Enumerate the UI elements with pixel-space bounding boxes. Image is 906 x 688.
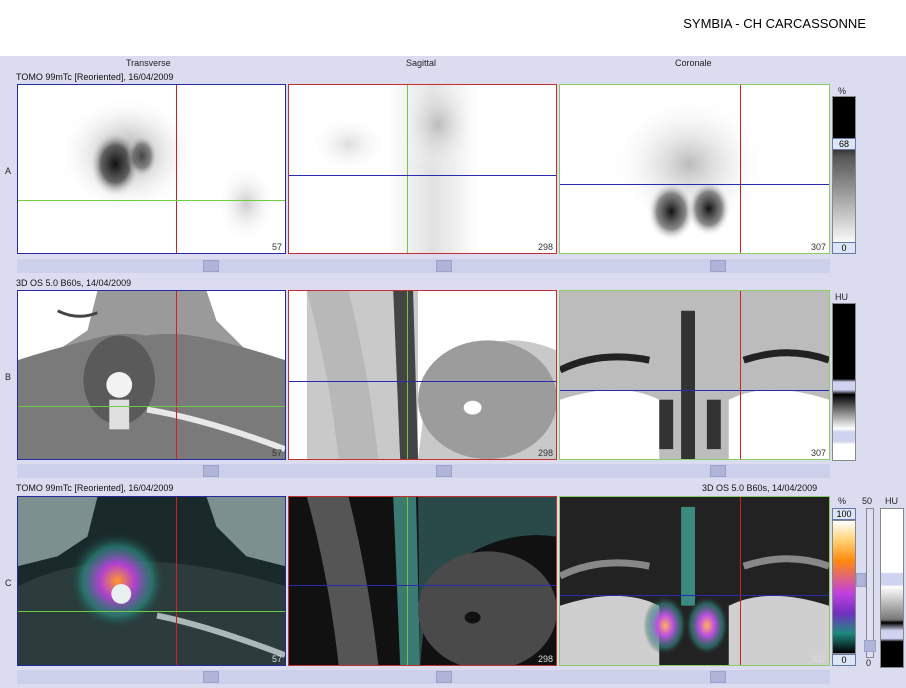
app-header: SYMBIA - CH CARCASSONNE xyxy=(0,0,906,56)
spect-coronal-image xyxy=(609,94,769,242)
spect-transverse-image xyxy=(57,94,277,244)
row-label-c: C xyxy=(5,578,12,588)
scrollbar-c[interactable] xyxy=(17,670,830,684)
crosshair-vertical[interactable] xyxy=(407,497,408,665)
ct-window-handle[interactable] xyxy=(864,640,876,652)
slice-number: 57 xyxy=(271,448,282,458)
crosshair-horizontal[interactable] xyxy=(18,406,285,407)
crosshair-vertical[interactable] xyxy=(176,291,177,459)
crosshair-vertical[interactable] xyxy=(176,497,177,665)
slice-number: 57 xyxy=(271,654,282,664)
series-label-a: TOMO 99mTc [Reoriented], 16/04/2009 xyxy=(16,72,174,82)
slice-slider-c-transverse[interactable] xyxy=(203,671,219,683)
row-label-a: A xyxy=(5,166,12,176)
row-label-b: B xyxy=(5,372,12,382)
crosshair-horizontal[interactable] xyxy=(18,611,285,612)
colorbar-b-unit: HU xyxy=(835,292,848,302)
slice-number: 307 xyxy=(810,448,826,458)
viewport-c-coronal[interactable]: 307 xyxy=(559,496,830,666)
slice-number: 298 xyxy=(537,242,553,252)
slice-slider-a-coronal[interactable] xyxy=(710,260,726,272)
viewport-a-sagittal[interactable]: 298 xyxy=(288,84,557,254)
scrollbar-a[interactable] xyxy=(17,259,830,273)
viewport-c-transverse[interactable]: 57 xyxy=(17,496,286,666)
viewport-b-sagittal[interactable]: 298 xyxy=(288,290,557,460)
colorbar-c-min[interactable]: 0 xyxy=(832,654,856,666)
slice-slider-a-transverse[interactable] xyxy=(203,260,219,272)
crosshair-horizontal[interactable] xyxy=(560,595,829,596)
ct-sagittal-image xyxy=(289,291,556,459)
fusion-sagittal-image xyxy=(306,497,556,665)
slice-slider-b-sagittal[interactable] xyxy=(436,465,452,477)
colorbar-b[interactable] xyxy=(832,303,856,461)
spect-sagittal-image xyxy=(308,85,478,253)
crosshair-horizontal[interactable] xyxy=(560,184,829,185)
ct-colorbar-unit: HU xyxy=(885,496,898,506)
crosshair-vertical[interactable] xyxy=(407,291,408,459)
crosshair-vertical[interactable] xyxy=(740,497,741,665)
colorbar-a-min[interactable]: 0 xyxy=(832,242,856,254)
viewport-b-transverse[interactable]: 57 xyxy=(17,290,286,460)
slice-slider-c-sagittal[interactable] xyxy=(436,671,452,683)
scrollbar-b[interactable] xyxy=(17,464,830,478)
column-title-transverse: Transverse xyxy=(126,58,171,68)
slice-number: 298 xyxy=(537,654,553,664)
crosshair-vertical[interactable] xyxy=(740,85,741,253)
slice-slider-b-transverse[interactable] xyxy=(203,465,219,477)
viewport-a-transverse[interactable]: 57 xyxy=(17,84,286,254)
crosshair-horizontal[interactable] xyxy=(560,390,829,391)
crosshair-horizontal[interactable] xyxy=(289,381,556,382)
series-label-c-left: TOMO 99mTc [Reoriented], 16/04/2009 xyxy=(16,483,174,493)
ct-transverse-image xyxy=(18,291,285,459)
colorbar-c-unit: % xyxy=(838,496,847,506)
colorbar-a[interactable] xyxy=(832,96,856,246)
colorbar-c[interactable] xyxy=(832,520,856,654)
colorbar-c-window-handle[interactable] xyxy=(856,573,866,587)
ct-window-value: 50 xyxy=(862,496,873,506)
crosshair-vertical[interactable] xyxy=(176,85,177,253)
crosshair-vertical[interactable] xyxy=(407,85,408,253)
viewport-b-coronal[interactable]: 307 xyxy=(559,290,830,460)
slice-number: 57 xyxy=(271,242,282,252)
ct-colorbar[interactable] xyxy=(880,508,904,668)
ct-window-min: 0 xyxy=(866,658,872,668)
slice-slider-b-coronal[interactable] xyxy=(710,465,726,477)
viewport-c-sagittal[interactable]: 298 xyxy=(288,496,557,666)
crosshair-horizontal[interactable] xyxy=(289,175,556,176)
slice-slider-c-coronal[interactable] xyxy=(710,671,726,683)
column-title-sagittal: Sagittal xyxy=(406,58,437,68)
slice-number: 307 xyxy=(810,654,826,664)
crosshair-horizontal[interactable] xyxy=(18,200,285,201)
colorbar-a-unit: % xyxy=(838,86,847,96)
series-label-c-right: 3D OS 5.0 B60s, 14/04/2009 xyxy=(702,483,818,493)
fusion-transverse-image xyxy=(18,497,285,665)
ct-window-track[interactable] xyxy=(866,508,874,658)
series-label-b: 3D OS 5.0 B60s, 14/04/2009 xyxy=(16,278,132,288)
crosshair-vertical[interactable] xyxy=(740,291,741,459)
crosshair-horizontal[interactable] xyxy=(289,585,556,586)
colorbar-a-value[interactable]: 68 xyxy=(832,138,856,150)
fusion-coronal-image xyxy=(560,506,829,665)
colorbar-c-max[interactable]: 100 xyxy=(832,508,856,520)
viewport-a-coronal[interactable]: 307 xyxy=(559,84,830,254)
slice-number: 298 xyxy=(537,448,553,458)
slice-number: 307 xyxy=(810,242,826,252)
column-title-coronal: Coronale xyxy=(675,58,712,68)
slice-slider-a-sagittal[interactable] xyxy=(436,260,452,272)
app-title: SYMBIA - CH CARCASSONNE xyxy=(683,16,866,31)
ct-coronal-image xyxy=(560,310,829,459)
